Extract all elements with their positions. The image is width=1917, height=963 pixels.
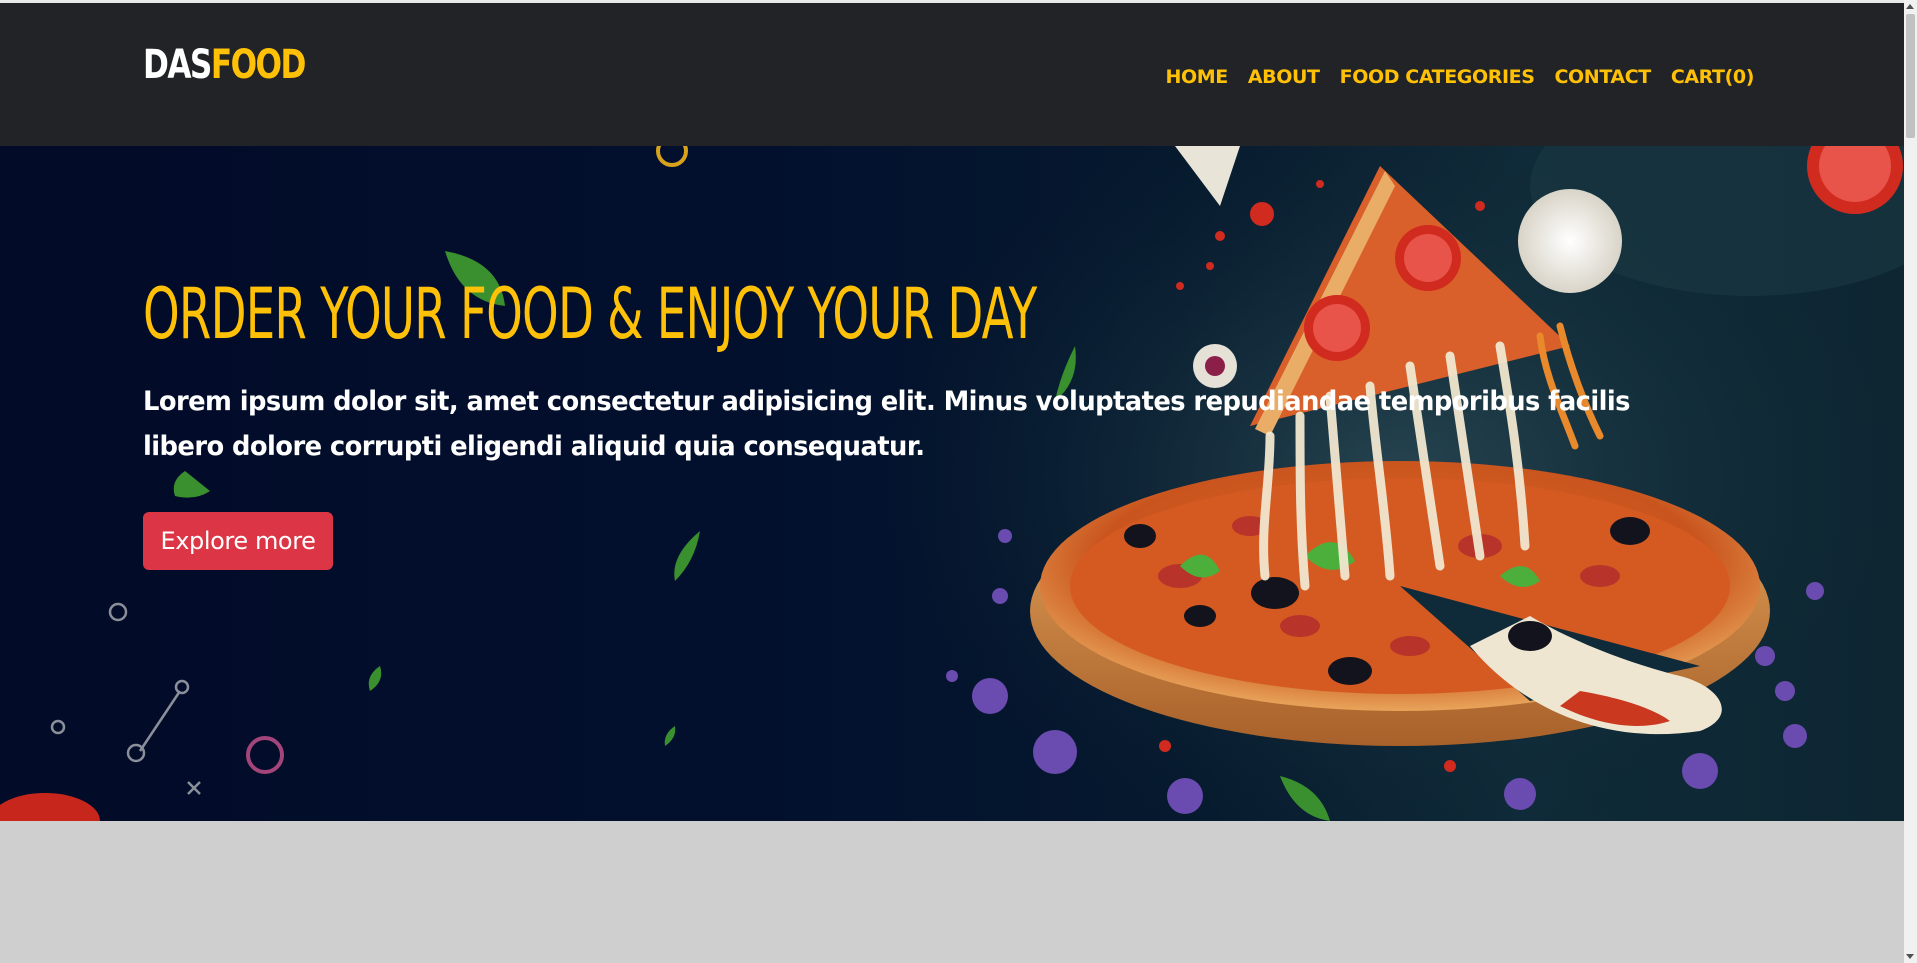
- nav-food-categories-link[interactable]: FOOD CATEGORIES: [1340, 62, 1535, 92]
- scroll-down-arrow-icon[interactable]: [1906, 954, 1914, 959]
- site-header: DASFOOD HOME ABOUT FOOD CATEGORIES CONTA…: [0, 3, 1904, 146]
- hero-pizza-image: [0, 146, 1904, 821]
- page-scrollbar[interactable]: [1904, 0, 1917, 963]
- hero-title: ORDER YOUR FOOD & ENJOY YOUR DAY: [143, 273, 1037, 355]
- nav-about-link[interactable]: ABOUT: [1248, 62, 1320, 92]
- scroll-up-arrow-icon[interactable]: [1906, 4, 1914, 9]
- brand-logo[interactable]: DASFOOD: [143, 40, 307, 90]
- page: DASFOOD HOME ABOUT FOOD CATEGORIES CONTA…: [0, 0, 1917, 963]
- brand-logo-part1: DAS: [143, 42, 212, 88]
- main-nav: HOME ABOUT FOOD CATEGORIES CONTACT CART(…: [1166, 62, 1755, 92]
- nav-cart-link[interactable]: CART(0): [1671, 62, 1755, 92]
- scrollbar-thumb[interactable]: [1906, 14, 1915, 138]
- explore-more-button[interactable]: Explore more: [143, 512, 333, 570]
- hero-banner: ORDER YOUR FOOD & ENJOY YOUR DAY Lorem i…: [0, 146, 1904, 821]
- brand-logo-part2: FOOD: [210, 42, 307, 88]
- nav-home-link[interactable]: HOME: [1166, 62, 1229, 92]
- nav-contact-link[interactable]: CONTACT: [1555, 62, 1652, 92]
- hero-description: Lorem ipsum dolor sit, amet consectetur …: [143, 386, 1631, 462]
